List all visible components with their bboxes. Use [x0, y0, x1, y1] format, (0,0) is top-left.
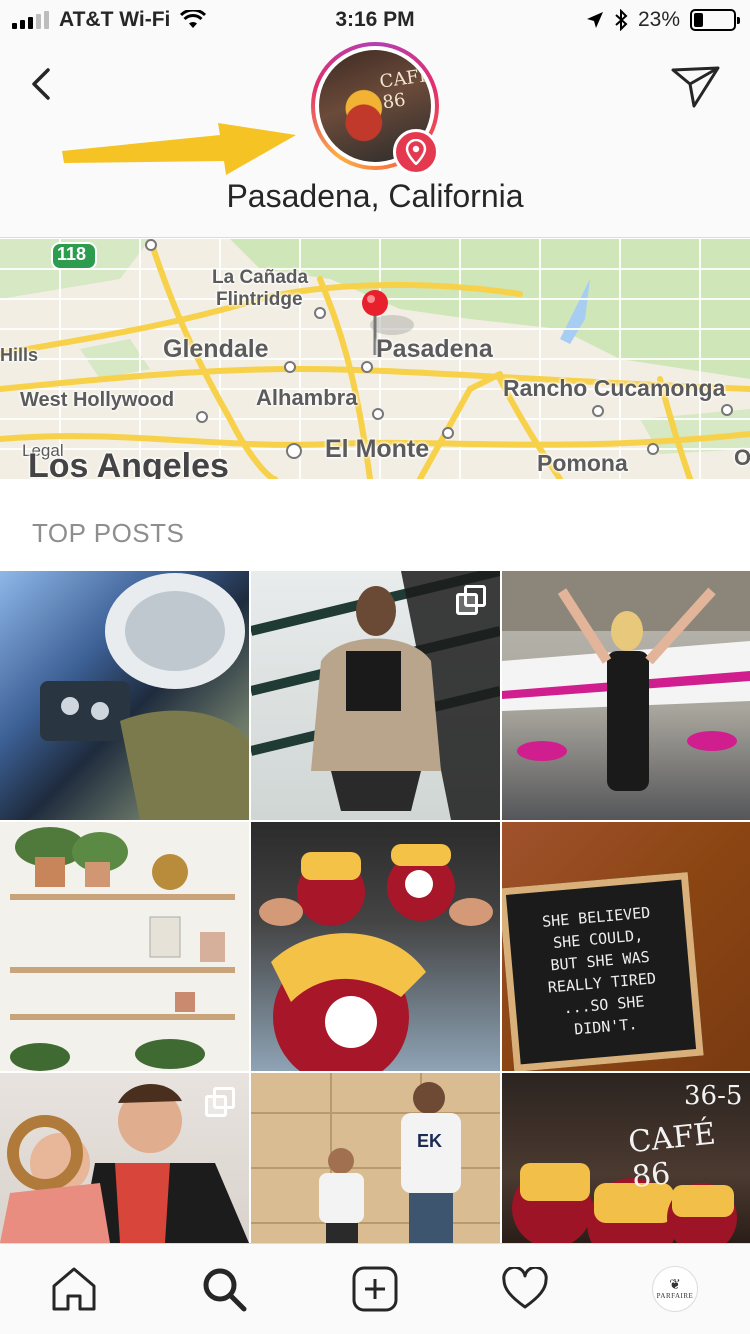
post-thumbnail[interactable]: EK [251, 1073, 500, 1243]
map-label: Glendale [163, 335, 269, 363]
share-button[interactable] [670, 62, 722, 110]
map-label: Pomona [537, 450, 628, 476]
tab-home[interactable] [47, 1262, 101, 1316]
post-thumbnail[interactable] [251, 822, 500, 1071]
location-map[interactable]: 118 La Cañada Flintridge Hills Glendale … [0, 239, 750, 479]
map-label: Hills [0, 345, 39, 365]
top-posts-grid: SHE BELIEVED SHE COULD, BUT SHE WAS REAL… [0, 571, 750, 1243]
map-label: Alhambra [256, 385, 358, 410]
status-bar: AT&T Wi-Fi 3:16 PM 23% [0, 0, 750, 40]
profile-brand: PARFAIRE [656, 1292, 694, 1300]
place-title: Pasadena, California [226, 178, 524, 214]
add-post-icon [352, 1266, 398, 1312]
map-label: O [734, 445, 750, 470]
bottom-tab-bar: ❦ PARFAIRE [0, 1243, 750, 1334]
profile-avatar: ❦ PARFAIRE [652, 1266, 698, 1312]
map-label: 118 [57, 244, 87, 264]
pilot-image [40, 573, 249, 820]
airplane-image [502, 571, 750, 791]
map-label: Flintridge [216, 289, 303, 310]
boys-image [251, 1073, 500, 1243]
search-icon [203, 1268, 247, 1312]
location-header: CAFÉ 86 Pasadena, California [0, 40, 750, 238]
multiple-posts-icon [205, 1087, 235, 1117]
cafe-sign-name: CAFÉ 86 [626, 1116, 718, 1196]
back-button[interactable] [22, 62, 66, 106]
map-label: La Cañada [212, 267, 309, 288]
hoodie-text: EK [417, 1131, 443, 1151]
post-thumbnail[interactable] [0, 1073, 249, 1243]
post-thumbnail[interactable] [0, 822, 249, 1071]
map-label: Los Angeles [28, 447, 229, 479]
cafe-sign: CAFÉ 86 [378, 64, 431, 114]
tab-activity[interactable] [498, 1262, 552, 1316]
post-thumbnail[interactable]: SHE BELIEVED SHE COULD, BUT SHE WAS REAL… [502, 822, 750, 1071]
tab-profile[interactable]: ❦ PARFAIRE [648, 1262, 702, 1316]
bluetooth-icon [615, 9, 628, 31]
post-thumbnail[interactable]: 36-5 CAFÉ 86 [502, 1073, 750, 1243]
map-label: El Monte [325, 435, 430, 463]
post-thumbnail[interactable] [251, 571, 500, 820]
map-label: Rancho Cucamonga [503, 375, 726, 401]
shelves-image [10, 827, 235, 1071]
location-pin-badge [393, 129, 439, 175]
top-posts-heading: TOP POSTS [32, 518, 185, 548]
map-label: Pasadena [376, 335, 493, 363]
post-thumbnail[interactable] [0, 571, 249, 820]
location-pin-icon [405, 139, 427, 165]
battery-icon [690, 9, 740, 31]
multiple-posts-icon [456, 585, 486, 615]
home-icon [52, 1267, 96, 1311]
battery-percent: 23% [637, 8, 680, 31]
arrow-annotation [62, 123, 296, 175]
heart-icon [502, 1267, 548, 1309]
map-label: West Hollywood [20, 389, 175, 411]
letterboard: SHE BELIEVED SHE COULD, BUT SHE WAS REAL… [502, 872, 704, 1071]
post-thumbnail[interactable] [502, 571, 750, 820]
location-arrow-icon [586, 12, 603, 28]
letterboard-line: DIDN'T. [573, 1015, 639, 1039]
tab-new-post[interactable] [348, 1262, 402, 1316]
tab-search[interactable] [197, 1262, 251, 1316]
cupcakes-image [259, 844, 493, 1071]
parfaire-logo-icon: ❦ [669, 1277, 681, 1293]
cafe-sign-number: 36-5 [684, 1081, 743, 1111]
